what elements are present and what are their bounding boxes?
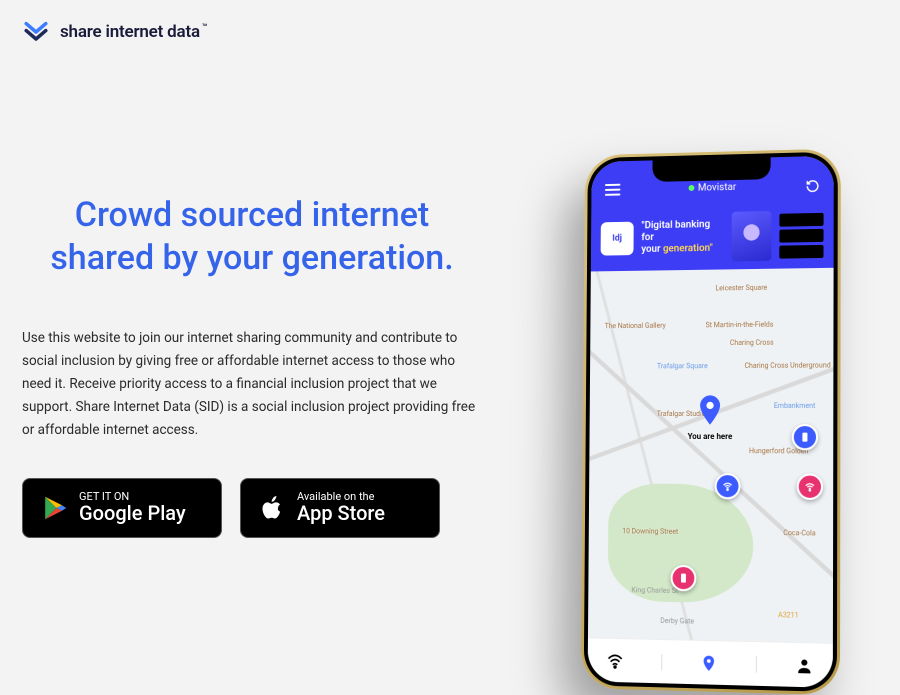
nav-location-icon[interactable] <box>700 653 718 672</box>
hotspot-pin-wifi-icon[interactable] <box>797 473 823 500</box>
banner-text: "Digital banking for your generation" <box>641 219 724 256</box>
hero-headline: Crowd sourced internet shared by your ge… <box>22 194 482 279</box>
user-location-pin-icon <box>699 395 721 427</box>
nav-wifi-icon[interactable] <box>606 651 624 669</box>
google-play-button[interactable]: GET IT ON Google Play <box>22 478 222 538</box>
hotspot-pin-wifi-icon[interactable] <box>714 473 740 499</box>
banner-logo: Idj <box>601 222 634 256</box>
app-store-label: Available on the App Store <box>297 491 385 525</box>
phone-mockup: Movistar Idj "Digital banking for your g… <box>581 148 841 695</box>
logo-icon <box>22 18 50 46</box>
hotspot-pin-phone-icon[interactable] <box>792 424 818 450</box>
banner-portrait <box>732 211 772 261</box>
apple-icon <box>259 494 287 522</box>
banner-store-badges <box>779 212 823 258</box>
promo-banner[interactable]: Idj "Digital banking for your generation… <box>591 202 834 272</box>
nav-separator <box>661 654 662 670</box>
map-label: 10 Downing Street <box>622 527 678 536</box>
map-label: King Charles St <box>631 586 678 595</box>
you-are-here-label: You are here <box>688 432 733 441</box>
hamburger-icon[interactable] <box>605 184 621 196</box>
hero-body-text: Use this website to join our internet sh… <box>22 327 482 442</box>
map-label: St Martin-in-the-Fields <box>706 320 774 329</box>
store-button-row: GET IT ON Google Play Available on the A… <box>22 478 482 538</box>
map-label: Charing Cross Underground <box>744 361 830 370</box>
nav-profile-icon[interactable] <box>795 656 813 675</box>
map-label: Coca-Cola <box>783 529 815 537</box>
status-dot-icon <box>688 185 694 191</box>
bottom-nav <box>588 637 833 687</box>
phone-notch <box>652 157 770 182</box>
map-label: The National Gallery <box>605 322 666 330</box>
site-header: share internet data™ <box>0 0 900 64</box>
carrier-label: Movistar <box>688 181 736 193</box>
google-play-icon <box>41 494 69 522</box>
google-play-label: GET IT ON Google Play <box>79 491 186 525</box>
trademark-symbol: ™ <box>202 23 207 33</box>
brand-name: share internet data™ <box>60 22 207 42</box>
map-label: Charing Cross <box>730 339 774 347</box>
map-label: Derby Gate <box>660 617 694 626</box>
nav-separator <box>756 656 757 672</box>
refresh-icon[interactable] <box>806 178 820 192</box>
map-view[interactable]: Leicester Square The National Gallery St… <box>588 268 834 643</box>
map-label: Leicester Square <box>715 284 767 293</box>
hotspot-pin-phone-icon[interactable] <box>670 565 696 592</box>
map-label: Embankment <box>774 402 816 410</box>
map-label: Trafalgar Square <box>657 362 708 370</box>
map-label: A3211 <box>778 611 799 620</box>
app-store-button[interactable]: Available on the App Store <box>240 478 440 538</box>
